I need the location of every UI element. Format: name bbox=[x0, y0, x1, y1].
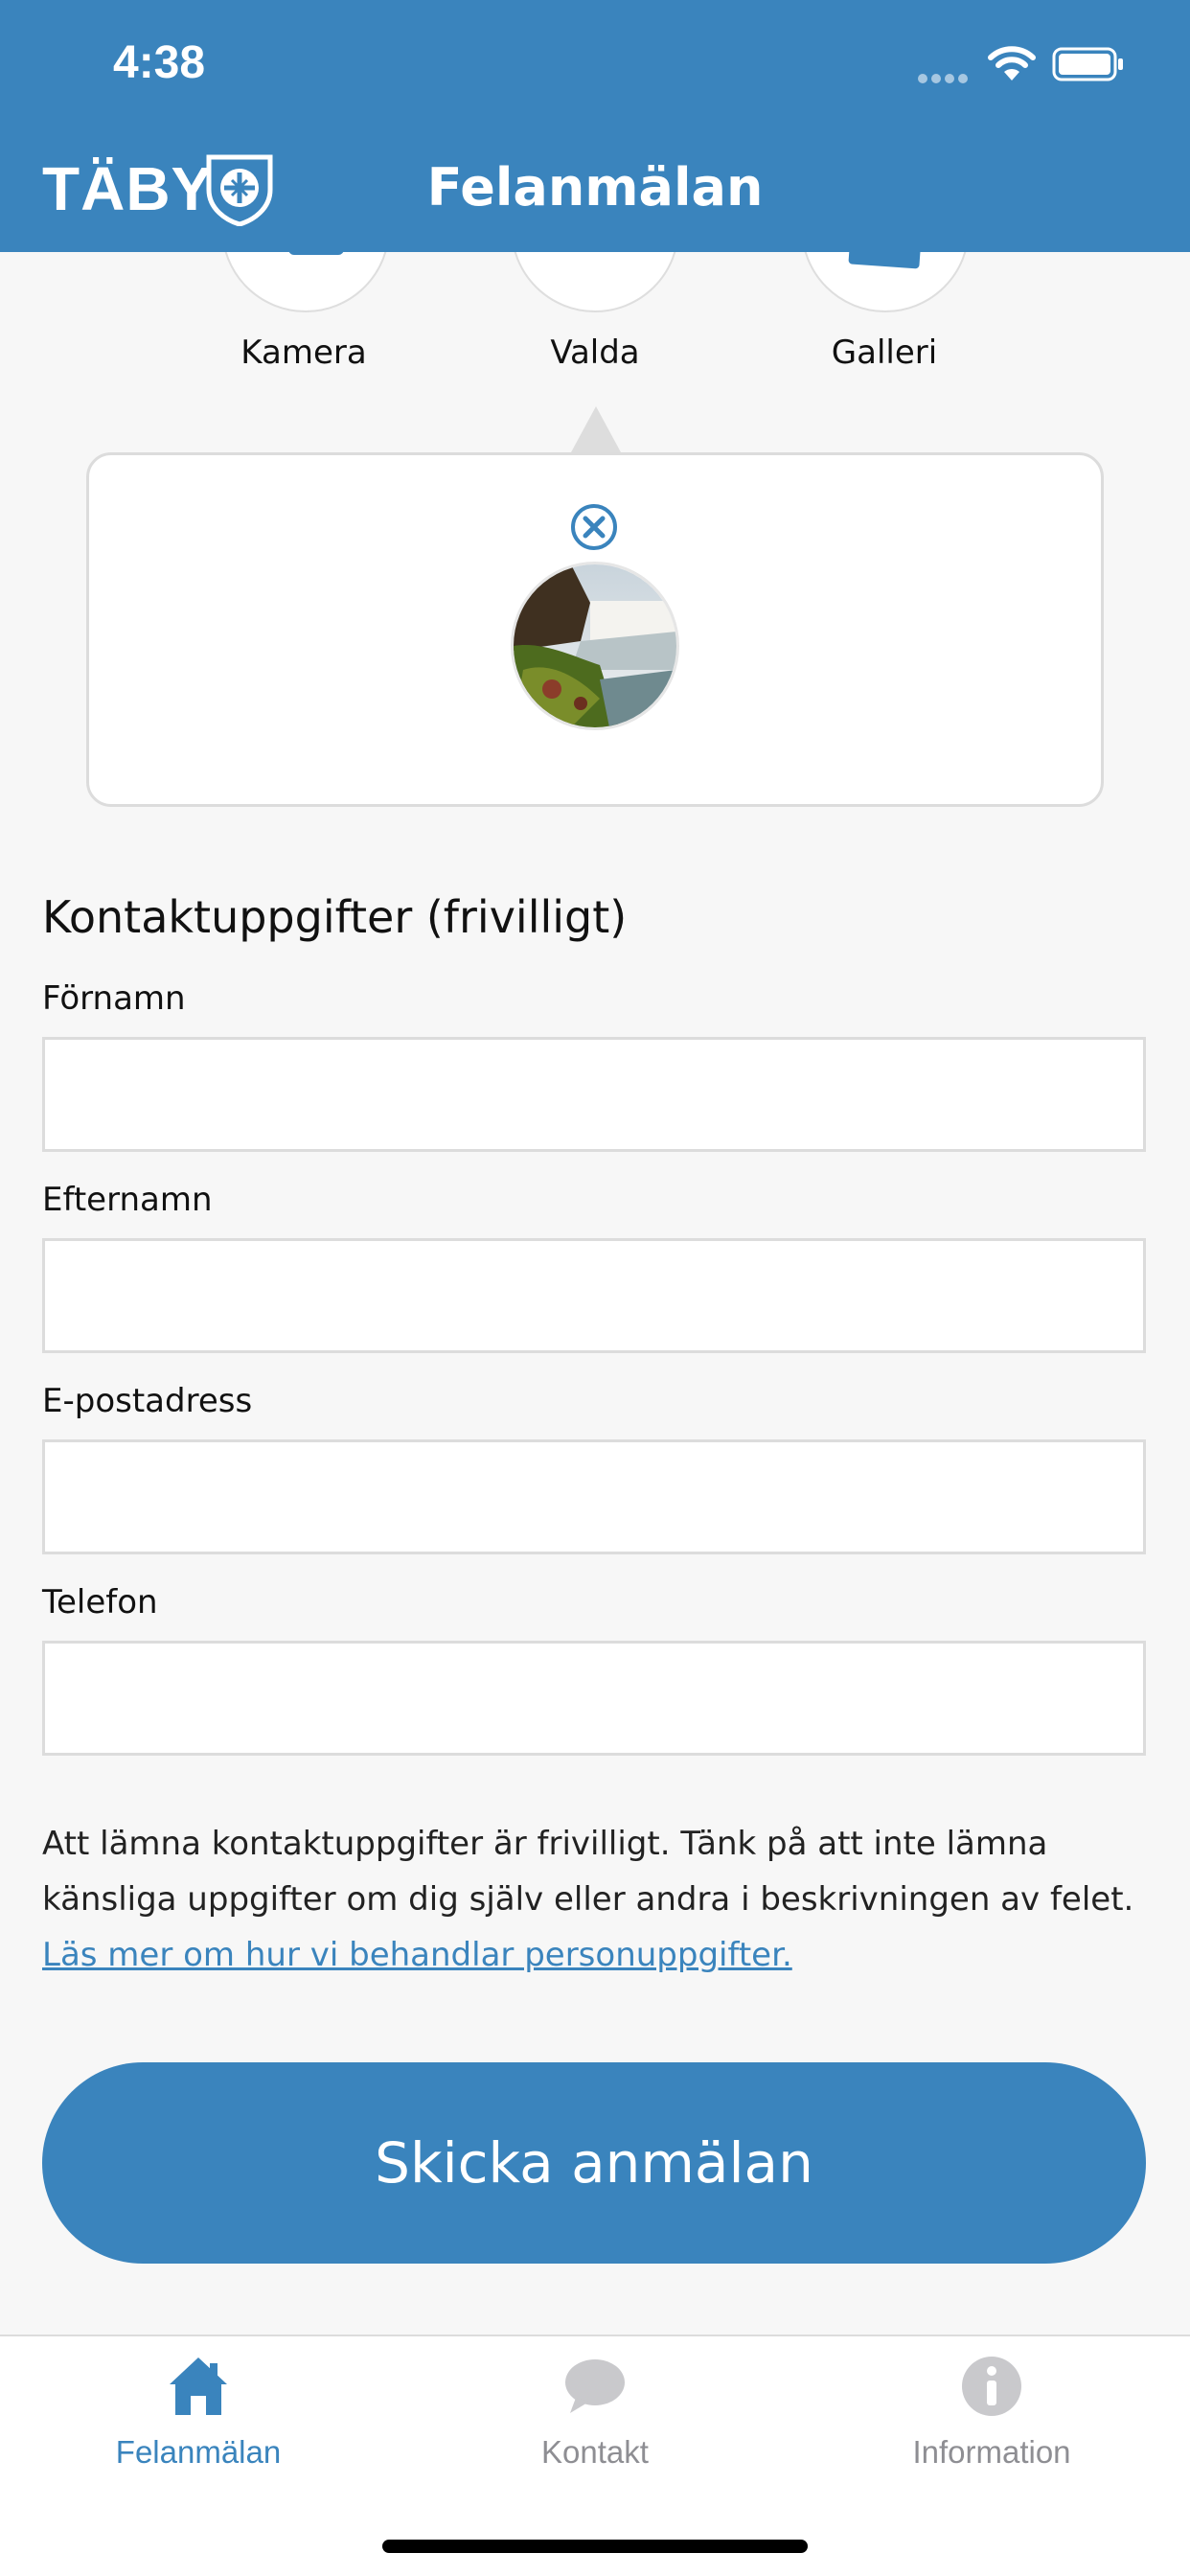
battery-icon bbox=[1052, 47, 1125, 85]
tab-kontakt-label: Kontakt bbox=[541, 2434, 649, 2470]
phone-label: Telefon bbox=[42, 1583, 158, 1622]
gallery-label: Galleri bbox=[831, 334, 938, 372]
waterfall-thumbnail[interactable] bbox=[511, 562, 679, 730]
selected-label: Valda bbox=[550, 334, 640, 372]
tab-information-label: Information bbox=[912, 2434, 1071, 2470]
status-time: 4:38 bbox=[113, 37, 206, 88]
email-field[interactable] bbox=[42, 1439, 1146, 1554]
tab-information[interactable]: Information bbox=[793, 2336, 1190, 2528]
close-circle-icon[interactable] bbox=[568, 501, 620, 557]
last-name-label: Efternamn bbox=[42, 1181, 213, 1219]
camera-label: Kamera bbox=[240, 334, 367, 372]
chat-bubble-icon bbox=[564, 2356, 626, 2417]
last-name-field[interactable] bbox=[42, 1238, 1146, 1353]
first-name-field[interactable] bbox=[42, 1037, 1146, 1152]
privacy-link[interactable]: Läs mer om hur vi behandlar personuppgif… bbox=[42, 1927, 792, 1983]
tab-kontakt[interactable]: Kontakt bbox=[397, 2336, 793, 2528]
tab-felanmalan[interactable]: Felanmälan bbox=[0, 2336, 397, 2528]
first-name-label: Förnamn bbox=[42, 979, 186, 1018]
wifi-icon bbox=[987, 44, 1037, 86]
contact-section-title: Kontaktuppgifter (frivilligt) bbox=[42, 891, 628, 943]
privacy-notice: Att lämna kontaktuppgifter är frivilligt… bbox=[42, 1825, 1134, 1919]
page-title: Felanmälan bbox=[426, 157, 764, 218]
tab-felanmalan-label: Felanmälan bbox=[115, 2434, 282, 2470]
home-indicator bbox=[382, 2540, 808, 2553]
home-icon bbox=[168, 2356, 229, 2417]
selected-pointer bbox=[571, 406, 621, 452]
phone-field[interactable] bbox=[42, 1641, 1146, 1756]
app-header: 4:38 TÄBY Felanmälan bbox=[0, 0, 1190, 252]
submit-button[interactable]: Skicka anmälan bbox=[42, 2062, 1146, 2264]
cellular-signal-icon bbox=[918, 69, 972, 87]
info-icon bbox=[961, 2356, 1022, 2417]
email-label: E-postadress bbox=[42, 1382, 253, 1420]
